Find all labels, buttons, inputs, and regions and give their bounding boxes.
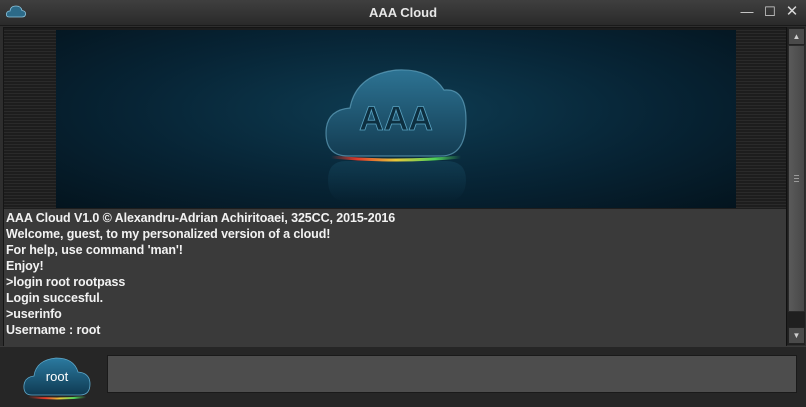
- scroll-down-button[interactable]: ▼: [788, 327, 805, 344]
- title-bar[interactable]: AAA Cloud — ☐ ✕: [0, 0, 806, 26]
- minimize-button[interactable]: —: [737, 2, 757, 22]
- logo-text: AAA: [359, 100, 433, 138]
- banner-image: AAA: [56, 30, 736, 208]
- user-label: root: [45, 369, 69, 384]
- scroll-thumb[interactable]: [788, 45, 805, 312]
- cloud-logo-icon: AAA: [325, 69, 467, 202]
- console-line: >userinfo: [6, 307, 62, 321]
- console-output[interactable]: AAA AAA Cloud V1.0 © Alexandru-Adrian Ac…: [3, 27, 787, 347]
- console-line: Welcome, guest, to my personalized versi…: [6, 227, 331, 241]
- console-text-area[interactable]: AAA Cloud V1.0 © Alexandru-Adrian Achiri…: [4, 209, 786, 346]
- console-line: Username : root: [6, 323, 101, 337]
- window-title: AAA Cloud: [368, 5, 438, 20]
- app-window: AAA Cloud — ☐ ✕ AAA AAA Cloud V1.0 © Ale…: [0, 0, 806, 407]
- maximize-button[interactable]: ☐: [760, 2, 780, 22]
- scroll-up-button[interactable]: ▲: [788, 28, 805, 45]
- close-button[interactable]: ✕: [782, 2, 802, 22]
- console-line: Enjoy!: [6, 259, 44, 273]
- console-line: AAA Cloud V1.0 © Alexandru-Adrian Achiri…: [6, 211, 396, 225]
- command-input[interactable]: [107, 355, 797, 393]
- console-line: For help, use command 'man'!: [6, 243, 183, 257]
- bottom-bar: root: [0, 346, 806, 407]
- grip-icon: [794, 174, 799, 182]
- console-line: >login root rootpass: [6, 275, 126, 289]
- vertical-scrollbar[interactable]: ▲ ▼: [786, 27, 805, 345]
- console-line: Login succesful.: [6, 291, 104, 305]
